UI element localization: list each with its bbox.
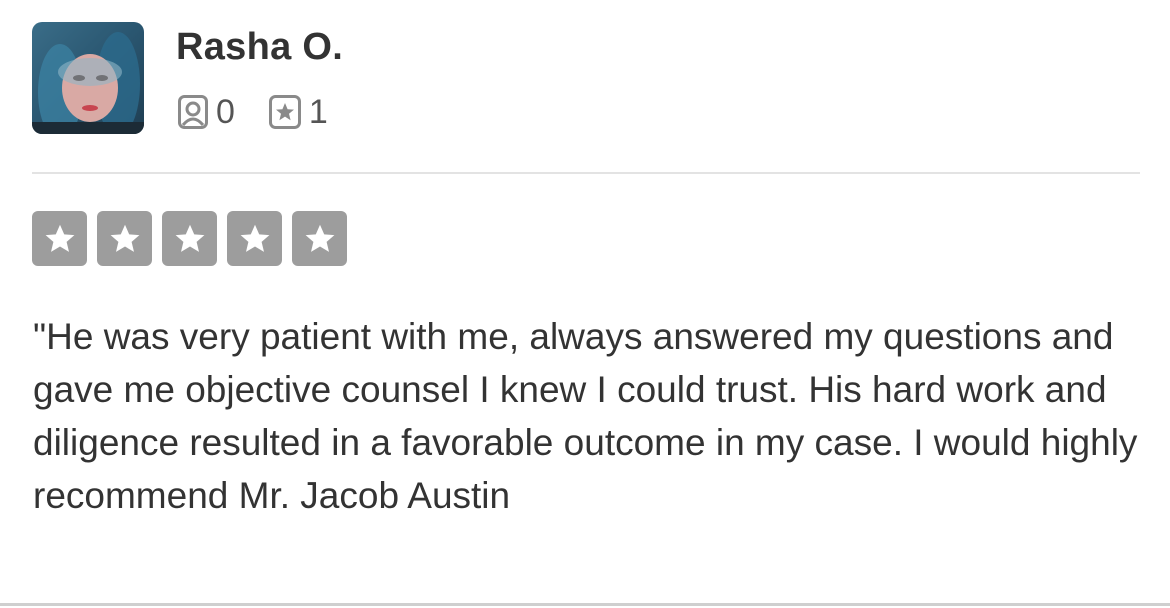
star-icon [305,224,334,252]
rating-star-3 [162,211,217,266]
rating-star-1 [32,211,87,266]
reviews-stat: 1 [268,92,328,132]
footer-divider [0,603,1170,606]
star-icon [110,224,139,252]
star-icon [175,224,204,252]
avatar[interactable] [32,22,144,134]
star-box-icon [268,95,301,129]
reviews-count: 1 [308,93,328,131]
user-stats: 0 1 [178,92,362,132]
star-rating [32,211,357,266]
avatar-image [32,22,144,134]
rating-star-2 [97,211,152,266]
star-icon [240,224,269,252]
star-icon [45,224,74,252]
person-box-icon [178,95,208,129]
review-text: "He was very patient with me, always ans… [33,316,1138,516]
rating-star-4 [227,211,282,266]
rating-star-5 [292,211,347,266]
friends-count: 0 [216,93,235,131]
header-divider [32,172,1140,174]
user-name[interactable]: Rasha O. [176,26,343,69]
review-card: Rasha O. 0 1 "He was very patient with m… [0,0,1170,608]
friends-stat: 0 [178,92,235,132]
